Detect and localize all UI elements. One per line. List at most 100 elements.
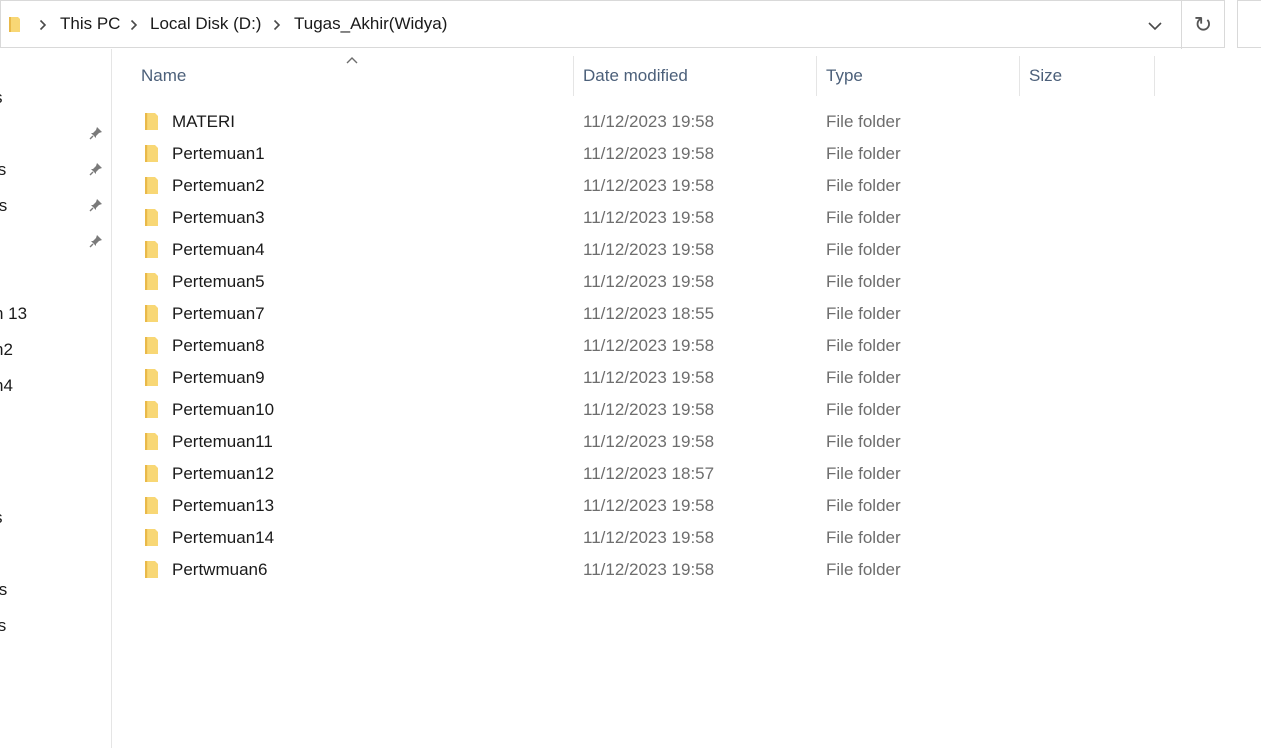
pin-icon[interactable] — [88, 233, 104, 249]
file-row[interactable]: Pertemuan1 11/12/2023 19:58 File folder — [113, 138, 1261, 170]
nav-item-library-1[interactable]: s — [0, 508, 3, 528]
file-row[interactable]: Pertemuan7 11/12/2023 18:55 File folder — [113, 298, 1261, 330]
folder-icon — [144, 464, 161, 483]
file-row[interactable]: MATERI 11/12/2023 19:58 File folder — [113, 106, 1261, 138]
file-date-modified: 11/12/2023 18:55 — [583, 304, 715, 323]
file-date-modified: 11/12/2023 18:57 — [583, 464, 715, 483]
file-name: Pertemuan13 — [172, 496, 275, 515]
nav-item-quick-access-3[interactable]: ts — [0, 196, 7, 216]
file-type: File folder — [826, 208, 901, 227]
nav-item-quick-access-1[interactable]: s — [0, 88, 3, 108]
folder-icon — [144, 432, 161, 451]
folder-icon — [144, 400, 161, 419]
folder-icon — [144, 272, 161, 291]
file-date-modified: 11/12/2023 19:58 — [583, 176, 715, 195]
column-header-name[interactable]: Name — [141, 66, 186, 86]
file-date-modified: 11/12/2023 19:58 — [583, 432, 715, 451]
file-name: Pertemuan3 — [172, 208, 265, 227]
column-divider[interactable] — [573, 56, 574, 96]
chevron-right-icon[interactable] — [130, 19, 138, 31]
file-name: Pertemuan12 — [172, 464, 275, 483]
file-name: Pertemuan9 — [172, 368, 265, 387]
file-type: File folder — [826, 144, 901, 163]
file-row[interactable]: Pertemuan10 11/12/2023 19:58 File folder — [113, 394, 1261, 426]
nav-item-library-2[interactable]: ts — [0, 580, 7, 600]
file-row[interactable]: Pertemuan12 11/12/2023 18:57 File folder — [113, 458, 1261, 490]
file-row[interactable]: Pertemuan14 11/12/2023 19:58 File folder — [113, 522, 1261, 554]
folder-icon — [144, 304, 161, 323]
file-row[interactable]: Pertemuan11 11/12/2023 19:58 File folder — [113, 426, 1261, 458]
file-type: File folder — [826, 336, 901, 355]
nav-item-recent-1[interactable]: n 13 — [0, 304, 27, 324]
file-type: File folder — [826, 560, 901, 579]
chevron-down-icon[interactable] — [1141, 15, 1169, 37]
file-name: Pertemuan2 — [172, 176, 265, 195]
folder-icon — [144, 144, 161, 163]
column-header-size[interactable]: Size — [1029, 66, 1062, 86]
file-date-modified: 11/12/2023 19:58 — [583, 496, 715, 515]
file-date-modified: 11/12/2023 19:58 — [583, 528, 715, 547]
file-row[interactable]: Pertemuan9 11/12/2023 19:58 File folder — [113, 362, 1261, 394]
file-name: Pertemuan1 — [172, 144, 265, 163]
file-date-modified: 11/12/2023 19:58 — [583, 240, 715, 259]
file-date-modified: 11/12/2023 19:58 — [583, 560, 715, 579]
column-header-type[interactable]: Type — [826, 66, 863, 86]
refresh-icon[interactable]: ↻ — [1187, 9, 1219, 41]
pin-icon[interactable] — [88, 197, 104, 213]
breadcrumb-this-pc[interactable]: This PC — [60, 14, 120, 34]
nav-item-library-3[interactable]: ls — [0, 616, 6, 636]
file-row[interactable]: Pertemuan4 11/12/2023 19:58 File folder — [113, 234, 1261, 266]
folder-icon — [144, 240, 161, 259]
file-date-modified: 11/12/2023 19:58 — [583, 208, 715, 227]
file-date-modified: 11/12/2023 19:58 — [583, 400, 715, 419]
file-row[interactable]: Pertemuan8 11/12/2023 19:58 File folder — [113, 330, 1261, 362]
column-divider[interactable] — [816, 56, 817, 96]
pin-icon[interactable] — [88, 125, 104, 141]
file-name: Pertemuan7 — [172, 304, 265, 323]
file-name: Pertemuan5 — [172, 272, 265, 291]
file-name: Pertemuan11 — [172, 432, 273, 451]
file-row[interactable]: Pertemuan3 11/12/2023 19:58 File folder — [113, 202, 1261, 234]
nav-item-recent-2[interactable]: n2 — [0, 340, 13, 360]
search-box[interactable] — [1237, 0, 1261, 48]
file-row[interactable]: Pertemuan2 11/12/2023 19:58 File folder — [113, 170, 1261, 202]
file-name: Pertemuan10 — [172, 400, 275, 419]
file-name: Pertwmuan6 — [172, 560, 268, 579]
file-type: File folder — [826, 176, 901, 195]
file-type: File folder — [826, 304, 901, 323]
file-row[interactable]: Pertemuan13 11/12/2023 19:58 File folder — [113, 490, 1261, 522]
file-date-modified: 11/12/2023 19:58 — [583, 112, 715, 131]
address-divider — [1181, 1, 1182, 49]
chevron-right-icon[interactable] — [273, 19, 281, 31]
folder-icon — [144, 528, 161, 547]
file-date-modified: 11/12/2023 19:58 — [583, 144, 715, 163]
nav-item-quick-access-2[interactable]: ls — [0, 160, 6, 180]
folder-icon — [9, 16, 23, 33]
file-type: File folder — [826, 496, 901, 515]
column-header-date-modified[interactable]: Date modified — [583, 66, 688, 86]
file-name: Pertemuan4 — [172, 240, 265, 259]
folder-icon — [144, 368, 161, 387]
nav-item-recent-3[interactable]: n4 — [0, 376, 13, 396]
folder-icon — [144, 112, 161, 131]
folder-icon — [144, 336, 161, 355]
file-type: File folder — [826, 464, 901, 483]
column-divider[interactable] — [1154, 56, 1155, 96]
folder-icon — [144, 208, 161, 227]
file-date-modified: 11/12/2023 19:58 — [583, 272, 715, 291]
address-bar[interactable]: This PC Local Disk (D:) Tugas_Akhir(Widy… — [0, 0, 1225, 49]
breadcrumb-current-folder[interactable]: Tugas_Akhir(Widya) — [294, 14, 447, 34]
file-date-modified: 11/12/2023 19:58 — [583, 368, 715, 387]
file-type: File folder — [826, 368, 901, 387]
file-name: Pertemuan8 — [172, 336, 265, 355]
chevron-right-icon[interactable] — [39, 19, 47, 31]
file-type: File folder — [826, 272, 901, 291]
column-divider[interactable] — [1019, 56, 1020, 96]
pin-icon[interactable] — [88, 161, 104, 177]
sort-ascending-icon — [345, 52, 359, 64]
breadcrumb-local-disk[interactable]: Local Disk (D:) — [150, 14, 261, 34]
file-row[interactable]: Pertemuan5 11/12/2023 19:58 File folder — [113, 266, 1261, 298]
navigation-pane: s ls ts n 13 n2 n4 s ts ls — [0, 49, 112, 748]
file-row[interactable]: Pertwmuan6 11/12/2023 19:58 File folder — [113, 554, 1261, 586]
folder-icon — [144, 496, 161, 515]
